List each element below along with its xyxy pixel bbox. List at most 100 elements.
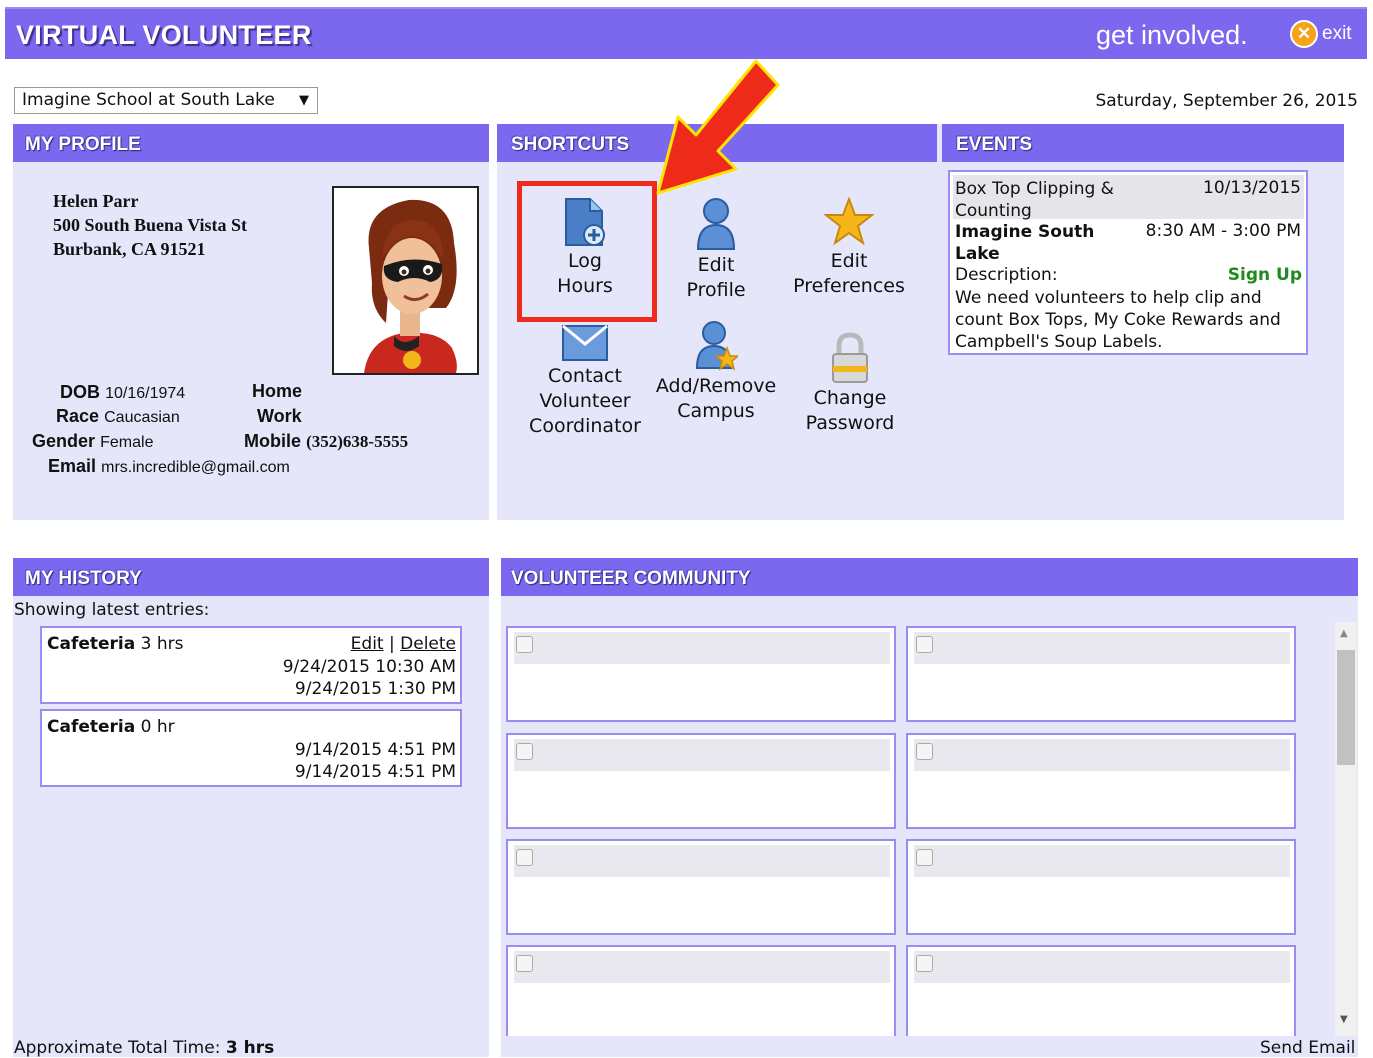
tagline: get involved. (1096, 20, 1248, 50)
campus-label-2: Campus (677, 400, 755, 422)
event-date: 10/13/2015 (1203, 178, 1301, 198)
email-value: mrs.incredible@gmail.com (101, 459, 290, 476)
dob-value: 10/16/1974 (105, 385, 186, 402)
history-entry-hours: 0 hr (140, 717, 175, 737)
dob-label: DOB (60, 382, 100, 402)
exit-button[interactable]: ✕ exit (1290, 20, 1352, 48)
edit-preferences-label-1: Edit (830, 250, 868, 272)
community-card-header (914, 845, 1290, 877)
link-separator: | (389, 634, 395, 654)
community-panel-title: VOLUNTEER COMMUNITY (511, 568, 751, 589)
school-select[interactable]: Imagine School at South Lake ▼ (14, 87, 318, 114)
community-checkbox[interactable] (916, 849, 933, 866)
history-subtitle: Showing latest entries: (14, 600, 210, 620)
community-checkbox[interactable] (516, 743, 533, 760)
history-entry-start: 9/14/2015 4:51 PM (294, 740, 456, 760)
event-name[interactable]: Box Top Clipping & Counting (955, 178, 1114, 222)
event-location-line2: Lake (955, 244, 1000, 264)
community-card-header (914, 951, 1290, 983)
arrow-icon (656, 59, 780, 195)
edit-preferences-label-2: Preferences (793, 275, 905, 297)
star-icon (824, 197, 874, 246)
email-label: Email (48, 456, 97, 476)
community-checkbox[interactable] (916, 955, 933, 972)
community-card (506, 733, 896, 829)
total-time: Approximate Total Time: 3 hrs (14, 1038, 274, 1058)
current-date: Saturday, September 26, 2015 (1095, 91, 1359, 111)
community-panel-header: VOLUNTEER COMMUNITY (501, 558, 1358, 596)
scrollbar-thumb[interactable] (1337, 650, 1355, 765)
app-title: VIRTUAL VOLUNTEER (16, 20, 312, 50)
gender-label: Gender (32, 431, 96, 451)
password-label-2: Password (805, 412, 895, 434)
scroll-down-icon[interactable]: ▼ (1340, 1014, 1348, 1025)
total-time-label: Approximate Total Time: (14, 1038, 221, 1058)
profile-name: Helen Parr (53, 191, 139, 211)
edit-profile-label-2: Profile (686, 279, 746, 301)
history-entry-hours: 3 hrs (140, 634, 184, 654)
edit-entry-link[interactable]: Edit (351, 634, 384, 654)
community-checkbox[interactable] (516, 636, 533, 653)
user-star-icon (695, 321, 738, 371)
change-password-button[interactable]: Change Password (790, 332, 910, 436)
community-checkbox[interactable] (516, 955, 533, 972)
event-location-line1: Imagine South (955, 222, 1095, 242)
user-icon (696, 198, 736, 250)
profile-address: Helen Parr 500 South Buena Vista St Burb… (53, 189, 247, 261)
community-checkbox[interactable] (516, 849, 533, 866)
race-label: Race (56, 406, 100, 426)
password-label-1: Change (813, 387, 887, 409)
mobile-row: Mobile (352)638-5555 (244, 431, 408, 452)
profile-panel-header: MY PROFILE (13, 124, 489, 162)
community-card (506, 626, 896, 722)
sign-up-link[interactable]: Sign Up (1228, 265, 1302, 285)
community-card-header (914, 739, 1290, 771)
mobile-value: (352)638-5555 (306, 432, 409, 451)
contact-label-1: Contact (548, 365, 622, 387)
gender-value: Female (100, 434, 154, 451)
community-card-header (514, 951, 890, 983)
email-row: Email mrs.incredible@gmail.com (48, 456, 290, 477)
event-description: We need volunteers to help clip and coun… (955, 287, 1281, 353)
race-row: Race Caucasian (56, 406, 180, 427)
history-entry: Cafeteria 0 hr 9/14/2015 4:51 PM 9/14/20… (40, 709, 462, 787)
edit-preferences-button[interactable]: Edit Preferences (784, 197, 914, 299)
event-name-line1: Box Top Clipping & (955, 179, 1114, 199)
send-email-link[interactable]: Send Email (1260, 1038, 1355, 1058)
gender-row: Gender Female (32, 431, 153, 452)
history-panel-header: MY HISTORY (13, 558, 489, 596)
dob-row: DOB 10/16/1974 (60, 382, 185, 403)
delete-entry-link[interactable]: Delete (400, 634, 456, 654)
school-select-value: Imagine School at South Lake (22, 90, 275, 110)
profile-address-line1: 500 South Buena Vista St (53, 215, 248, 235)
community-card-header (914, 632, 1290, 664)
event-time: 8:30 AM - 3:00 PM (1145, 221, 1301, 241)
community-card (506, 839, 896, 935)
community-checkbox[interactable] (916, 636, 933, 653)
community-card-header (514, 632, 890, 664)
race-value: Caucasian (104, 409, 180, 426)
event-location: Imagine South Lake (955, 221, 1094, 265)
edit-profile-button[interactable]: Edit Profile (656, 197, 776, 303)
contact-coordinator-button[interactable]: Contact Volunteer Coordinator (520, 318, 650, 439)
home-phone-label: Home (252, 381, 303, 401)
community-card (906, 945, 1296, 1036)
profile-address-line2: Burbank, CA 91521 (53, 239, 206, 259)
profile-panel-title: MY PROFILE (25, 134, 141, 155)
contact-label-2: Volunteer (539, 390, 631, 412)
scroll-up-icon[interactable]: ▲ (1340, 628, 1348, 639)
history-entry: Cafeteria 3 hrs Edit | Delete 9/24/2015 … (40, 626, 462, 704)
total-time-value: 3 hrs (225, 1038, 275, 1058)
add-remove-campus-button[interactable]: Add/Remove Campus (650, 320, 782, 424)
event-description-label: Description: (955, 265, 1058, 285)
community-card (906, 626, 1296, 722)
lock-icon (832, 332, 868, 383)
community-card (906, 839, 1296, 935)
history-entry-start: 9/24/2015 10:30 AM (282, 657, 456, 677)
event-description-line1: We need volunteers to help clip and (955, 288, 1262, 308)
community-scrollbar[interactable]: ▲ ▼ (1335, 622, 1357, 1036)
events-panel-header: EVENTS (942, 124, 1344, 162)
history-panel-title: MY HISTORY (25, 568, 142, 589)
community-checkbox[interactable] (916, 743, 933, 760)
community-card (506, 945, 896, 1036)
